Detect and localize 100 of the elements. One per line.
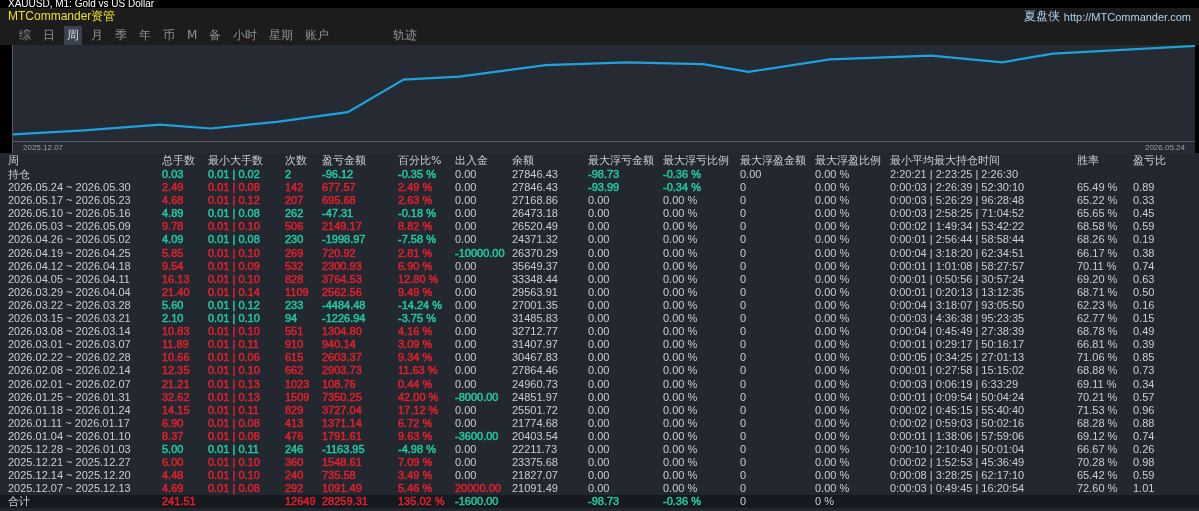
table-cell: 413 <box>285 416 304 430</box>
view-tab[interactable]: 日 <box>40 25 58 45</box>
row-label: 2026.05.24 ~ 2026.05.30 <box>8 181 131 195</box>
table-cell: 0 <box>740 272 747 286</box>
table-cell: 28259.31 <box>322 495 368 509</box>
table-cell: 23375.68 <box>512 456 558 470</box>
table-cell: 0.49 <box>1133 325 1155 339</box>
table-cell: 532 <box>285 259 304 273</box>
table-cell: 0.01 | 0.08 <box>208 233 260 247</box>
table-cell: 0.01 | 0.08 <box>208 181 260 195</box>
view-tab[interactable]: M <box>184 27 201 43</box>
table-cell: 0.00 <box>455 351 477 365</box>
table-cell: -96.12 <box>322 168 354 182</box>
table-cell: 0:00:04 | 0:45:49 | 27:38:39 <box>890 325 1025 339</box>
table-cell: 0.01 | 0.08 <box>208 429 260 443</box>
table-cell: 0.00 % <box>663 259 698 273</box>
table-cell: -98.73 <box>588 495 620 509</box>
table-cell: 0.01 | 0.10 <box>208 272 260 286</box>
table-cell: 1371.14 <box>322 416 362 430</box>
table-cell: 0 <box>740 482 747 496</box>
table-cell: 0.00 % <box>663 403 698 417</box>
table-cell: 27864.46 <box>512 364 558 378</box>
table-cell: 0.01 | 0.08 <box>208 416 260 430</box>
table-cell: 0.00 <box>455 469 477 483</box>
view-tab[interactable]: 账户 <box>302 25 385 45</box>
table-cell: 3.09 % <box>398 338 433 352</box>
table-cell: 29563.91 <box>512 285 558 299</box>
column-header: 周 <box>8 153 19 168</box>
table-cell: 0 <box>740 416 747 430</box>
table-cell: 12.35 <box>162 364 190 378</box>
table-cell: 0 <box>740 338 747 352</box>
table-cell: 3.49 % <box>398 469 433 483</box>
table-cell: 7350.25 <box>322 390 362 404</box>
row-label: 2026.02.08 ~ 2026.02.14 <box>8 364 131 378</box>
table-cell: 20403.54 <box>512 429 558 443</box>
view-tab[interactable]: 周 <box>64 25 82 45</box>
table-cell: 0:00:02 | 0:59:03 | 50:02:16 <box>890 416 1025 430</box>
table-cell: 0.00 % <box>815 364 850 378</box>
view-tab[interactable]: 年 <box>136 25 154 45</box>
view-tab[interactable]: 星期 <box>266 25 297 45</box>
website-link[interactable]: http://MTCommander.com <box>1063 10 1191 23</box>
table-cell: 4.89 <box>162 207 184 221</box>
view-tab[interactable]: 综 <box>16 25 34 45</box>
table-cell: 27846.43 <box>512 181 558 195</box>
table-cell: 240 <box>285 469 304 483</box>
table-cell: 0.01 | 0.14 <box>208 285 260 299</box>
table-cell: 0:00:02 | 1:52:53 | 45:36:49 <box>890 456 1025 470</box>
table-cell: 0.00 % <box>815 285 850 299</box>
table-cell: 2562.56 <box>322 285 362 299</box>
table-cell: 0.00 % <box>815 429 850 443</box>
table-cell: 0.00 % <box>815 325 850 339</box>
table-cell: 0.73 <box>1133 364 1155 378</box>
table-cell: 0.00 % <box>663 429 698 443</box>
row-label: 2026.03.29 ~ 2026.04.04 <box>8 285 131 299</box>
row-label: 2026.01.04 ~ 2026.01.10 <box>8 429 131 443</box>
table-cell: -0.34 % <box>663 181 701 195</box>
view-tab[interactable]: 季 <box>112 25 130 45</box>
table-cell: 0 <box>740 495 747 509</box>
view-tab[interactable]: 备 <box>206 25 225 45</box>
table-cell: 0.96 <box>1133 403 1155 417</box>
table-cell: 0.00 % <box>815 390 850 404</box>
table-cell: 2.63 % <box>398 194 433 208</box>
table-cell: 70.28 % <box>1077 456 1118 470</box>
table-cell: 0.01 | 0.13 <box>208 390 260 404</box>
table-cell: -0.36 % <box>663 168 701 182</box>
table-cell: 2903.73 <box>322 364 362 378</box>
table-cell: 8.82 % <box>398 220 433 234</box>
table-cell: 0:00:01 | 1:38:06 | 57:59:06 <box>890 429 1025 443</box>
table-cell: 0.00 <box>455 207 477 221</box>
table-cell: 0.59 <box>1133 220 1155 234</box>
table-cell: 292 <box>285 482 304 496</box>
row-label: 2025.12.07 ~ 2025.12.13 <box>8 482 131 496</box>
table-cell: 0.00 % <box>815 312 850 326</box>
table-cell: 0.00 % <box>815 442 850 457</box>
table-cell: 11.89 <box>162 338 189 352</box>
table-cell: 0 <box>740 285 747 299</box>
table-cell: 30467.83 <box>512 351 558 365</box>
table-cell: 0.01 | 0.13 <box>208 377 260 391</box>
table-cell: 68.28 % <box>1077 416 1118 430</box>
view-tab[interactable]: 轨迹 <box>390 25 473 45</box>
table-cell: 94 <box>285 312 298 326</box>
view-tab[interactable]: 月 <box>88 25 106 45</box>
table-cell: 5.46 % <box>398 482 433 496</box>
table-cell: 0.00 % <box>663 207 698 221</box>
table-cell: 0.00 <box>588 403 610 417</box>
table-cell: 0 <box>740 442 747 457</box>
table-cell: 65.42 % <box>1077 469 1118 483</box>
table-cell: 0 <box>740 298 747 313</box>
table-cell: 2:20:21 | 2:23:25 | 2:26:30 <box>890 168 1019 182</box>
view-tab[interactable]: 小时 <box>230 25 261 45</box>
table-cell: 0.00 <box>455 168 477 182</box>
table-cell: 662 <box>285 364 304 378</box>
view-tab[interactable]: 币 <box>160 25 178 45</box>
table-cell: 0 <box>740 194 747 208</box>
column-header: 最大浮盈比例 <box>815 153 881 168</box>
table-cell: 0.01 | 0.10 <box>208 312 260 326</box>
table-cell: 66.81 % <box>1077 338 1118 352</box>
table-cell: 42.00 % <box>398 390 439 404</box>
table-cell: 0 <box>740 377 747 391</box>
table-cell: 0.00 <box>588 298 610 313</box>
